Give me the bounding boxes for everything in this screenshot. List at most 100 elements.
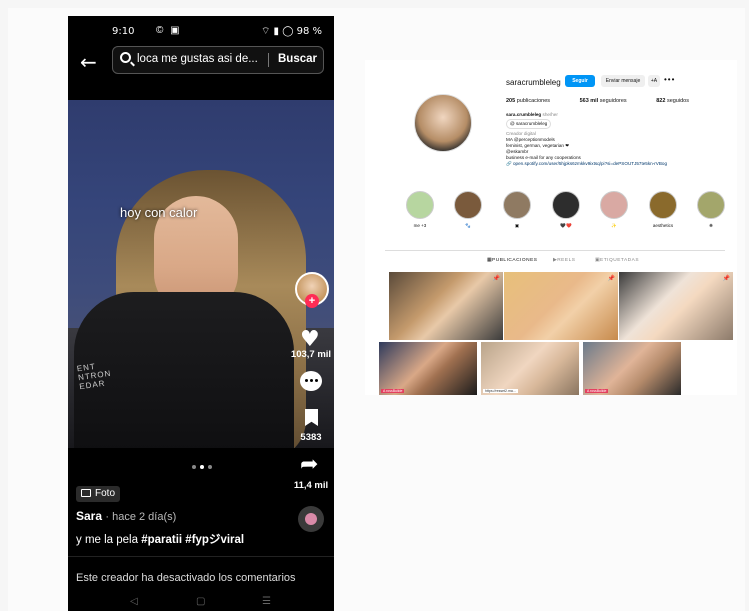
highlight-item[interactable]: aesthetics <box>648 191 678 229</box>
highlight-item[interactable]: ✨ <box>599 191 629 229</box>
post-photo[interactable]: ENT NTRON EDAR hoy con calor <box>68 100 334 448</box>
pin-icon: 📌 <box>492 276 500 282</box>
nav-recents-icon[interactable]: ☰ <box>262 596 271 607</box>
posts-count: 205 <box>506 98 516 104</box>
save-count: 5383 <box>300 432 322 443</box>
highlight-cover <box>503 191 531 219</box>
profile-bio: sara.crumbleleg she/her @ saracrumbleleg… <box>506 112 716 167</box>
tabs-divider <box>385 250 725 251</box>
bio-pronouns: she/her <box>542 112 558 117</box>
carousel-dots <box>190 456 214 474</box>
bio-link-text: open.spotify.com/user/5hjpks6zmkkv9ixtsq… <box>513 161 668 166</box>
pin-icon: 📌 <box>722 276 730 282</box>
followers-label: seguidores <box>599 98 627 104</box>
carousel-dot-active <box>200 465 204 469</box>
followers-stat[interactable]: 563 mil seguidores <box>580 98 641 104</box>
threads-chip[interactable]: @ saracrumbleleg <box>506 119 552 129</box>
comments-disabled-notice: Este creador ha desactivado los comentar… <box>76 572 296 584</box>
grid-post-6[interactable]: A rossBuilde <box>583 342 681 395</box>
bio-name: sara.crumbleleg <box>506 112 542 117</box>
threads-handle: saracrumbleleg <box>515 121 548 126</box>
follow-button[interactable]: Seguir <box>565 75 595 87</box>
follow-plus-button[interactable]: + <box>305 294 319 308</box>
grid-post-2[interactable]: 📌 <box>504 272 618 340</box>
message-button[interactable]: Enviar mensaje <box>601 75 645 87</box>
grid-post-5[interactable]: https://resset2.ma... <box>481 342 579 395</box>
profile-stats: 205 publicaciones 563 mil seguidores 822… <box>506 98 717 104</box>
comment-dot <box>315 379 318 382</box>
search-header: ← loca me gustas asi de... Buscar <box>68 44 334 82</box>
search-input[interactable]: loca me gustas asi de... Buscar <box>112 46 324 74</box>
author-line[interactable]: Sara · hace 2 día(s) <box>76 509 176 523</box>
search-icon <box>120 52 131 63</box>
profile-avatar[interactable] <box>414 94 472 152</box>
pin-icon: 📌 <box>607 276 615 282</box>
nav-back-icon[interactable]: ◁ <box>130 596 138 607</box>
comment-icon[interactable] <box>300 371 322 391</box>
status-time: 9:10 <box>112 26 135 37</box>
highlight-cover <box>600 191 628 219</box>
status-right: ⌔ ▮ ◯ 98 % <box>261 25 322 38</box>
highlight-item[interactable]: me +3 <box>405 191 435 229</box>
carousel-dot <box>208 465 212 469</box>
highlight-cover <box>552 191 580 219</box>
search-button[interactable]: Buscar <box>278 53 317 65</box>
highlight-item[interactable]: ▣ <box>502 191 532 229</box>
status-bar: 9:10 © ▣ ⌔ ▮ ◯ 98 % <box>68 16 334 44</box>
bio-link[interactable]: 🔗 open.spotify.com/user/5hjpks6zmkkv9ixt… <box>506 161 716 167</box>
screenshot-canvas: 9:10 © ▣ ⌔ ▮ ◯ 98 % ← loca me gustas asi… <box>0 0 749 611</box>
photo-icon <box>81 489 91 497</box>
nav-home-icon[interactable]: ▢ <box>196 596 205 607</box>
post-time: · hace 2 día(s) <box>105 511 177 523</box>
more-options-icon[interactable]: ••• <box>664 75 675 84</box>
sound-disc-center <box>305 513 317 525</box>
tab-tagged-label: ETIQUETADAS <box>600 258 640 263</box>
reel-label-3: A rossBuilde <box>585 389 609 393</box>
following-count: 822 <box>656 98 666 104</box>
highlight-item[interactable]: ❋ <box>696 191 726 229</box>
tab-reels[interactable]: ▶ REELS <box>553 258 575 263</box>
back-arrow-icon[interactable]: ← <box>80 50 97 74</box>
highlight-item[interactable]: 🖤❤️ <box>551 191 581 229</box>
share-count: 11,4 mil <box>293 480 329 491</box>
like-count: 103,7 mil <box>290 349 332 360</box>
grid-post-4[interactable]: A rossBuilde <box>379 342 477 395</box>
highlight-label: 🖤❤️ <box>560 223 572 228</box>
share-arrow-icon[interactable]: ➦ <box>300 452 318 477</box>
following-label: seguidos <box>666 98 689 104</box>
caption-text: y me la pela <box>76 534 142 546</box>
sound-disc-icon[interactable] <box>298 506 324 532</box>
following-stat[interactable]: 822 seguidos <box>656 98 703 104</box>
photo-overlay-text: hoy con calor <box>120 205 198 220</box>
highlight-item[interactable]: 🐾 <box>453 191 483 229</box>
highlight-cover <box>649 191 677 219</box>
highlight-cover <box>406 191 434 219</box>
caption-hashtags[interactable]: #paratii #fypジviral <box>141 534 244 546</box>
grid-post-3[interactable]: 📌 <box>619 272 733 340</box>
grid-post-1[interactable]: 📌 <box>389 272 503 340</box>
followers-count: 563 mil <box>579 98 599 104</box>
system-nav-bar: ◁ ▢ ☰ <box>68 596 334 611</box>
tab-posts-label: PUBLICACIONES <box>492 258 538 263</box>
tab-posts[interactable]: ▦ PUBLICACIONES <box>487 258 537 263</box>
author-name[interactable]: Sara <box>76 509 102 523</box>
comment-dot <box>305 379 308 382</box>
highlight-label: ❋ <box>709 223 713 228</box>
profile-username: saracrumbleleg <box>506 78 561 87</box>
search-divider <box>268 53 269 67</box>
battery-level: 98 % <box>296 26 322 37</box>
jacket-print: ENT NTRON EDAR <box>76 361 112 392</box>
reel-label-2: https://resset2.ma... <box>483 389 518 393</box>
carousel-dot <box>192 465 196 469</box>
comment-dot <box>310 379 313 382</box>
tiktok-phone-screen: 9:10 © ▣ ⌔ ▮ ◯ 98 % ← loca me gustas asi… <box>68 16 334 611</box>
wifi-signal-icon: ⌔ ▮ ◯ <box>260 26 297 37</box>
tab-tagged[interactable]: ▣ ETIQUETADAS <box>595 258 639 263</box>
highlight-label: ▣ <box>514 223 520 228</box>
post-caption: y me la pela #paratii #fypジviral <box>76 531 244 547</box>
post-type-badge: Foto <box>76 486 121 502</box>
highlight-label: aesthetics <box>652 223 674 228</box>
suggest-user-button[interactable]: +A <box>648 75 660 87</box>
post-type-label: Foto <box>95 488 116 499</box>
instagram-profile-panel: saracrumbleleg Seguir Enviar mensaje +A … <box>365 60 737 395</box>
